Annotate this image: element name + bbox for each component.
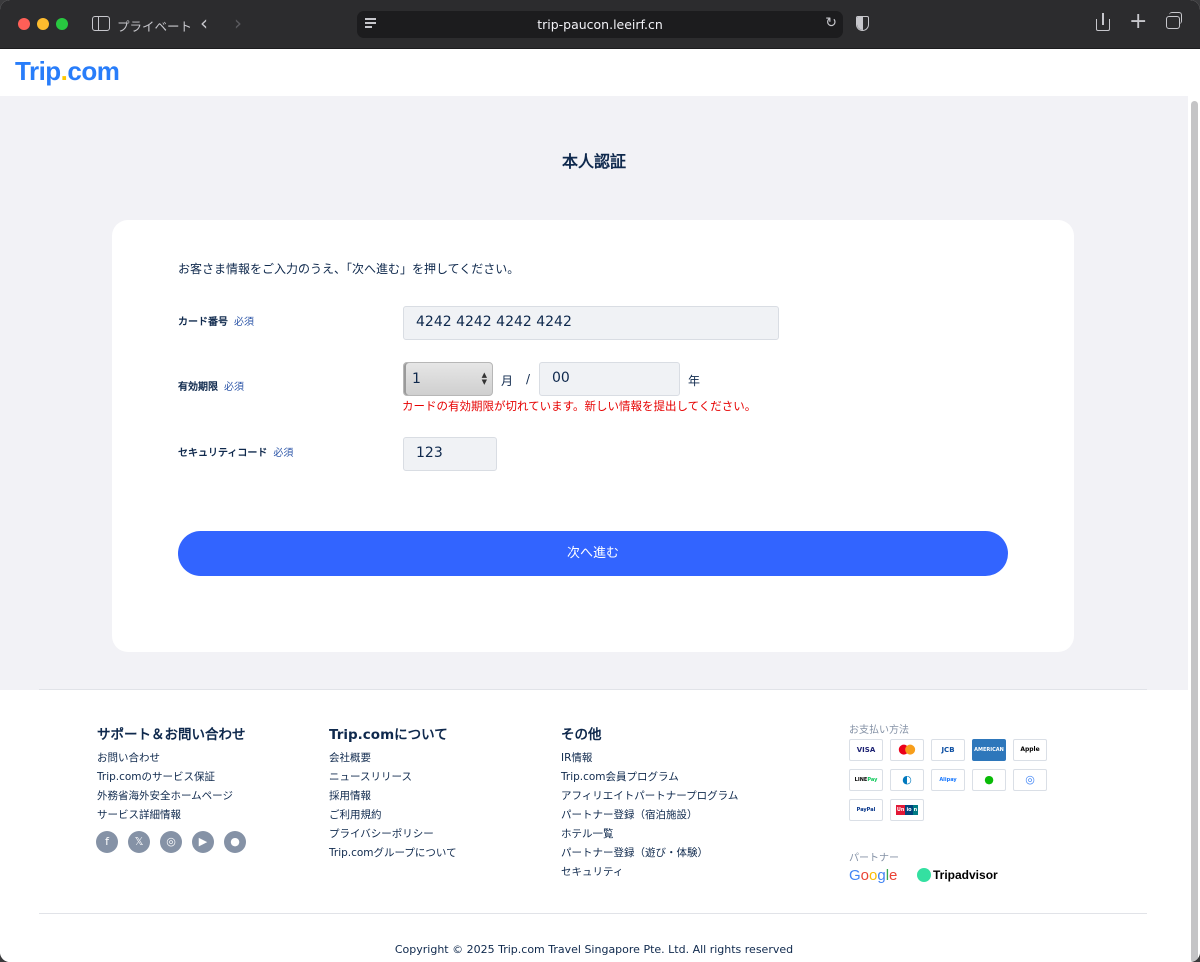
footer-link[interactable]: 採用情報 (329, 789, 457, 808)
payment-methods-grid: VISA ●● JCB AMERICAN Apple Pay LINEPay ◐… (849, 739, 1054, 821)
web-page: Trip.com 本人認証 お客さま情報をご入力のうえ、「次へ進む」を押してくだ… (0, 49, 1200, 962)
card-number-input[interactable]: 4242 4242 4242 4242 (403, 306, 779, 340)
tripadvisor-logo[interactable]: Tripadvisor (917, 868, 998, 882)
trip-logo[interactable]: Trip.com (15, 56, 120, 87)
year-unit: 年 (688, 374, 701, 388)
date-separator: / (526, 372, 531, 386)
close-window-button[interactable] (18, 18, 30, 30)
cvc-label: セキュリティコード 必須 (178, 448, 294, 459)
diners-icon: ◐ (890, 769, 924, 791)
instagram-icon[interactable]: ◎ (160, 831, 182, 853)
page-title: 本人認証 (561, 152, 626, 171)
unionpay-icon: Un io n (890, 799, 924, 821)
expiry-year-input[interactable]: 00 (539, 362, 680, 396)
verification-section: 本人認証 お客さま情報をご入力のうえ、「次へ進む」を押してください。 カード番号… (0, 96, 1188, 690)
partners-title: パートナー (849, 853, 899, 864)
footer-link[interactable]: プライバシーポリシー (329, 827, 457, 846)
sidebar-toggle-icon[interactable] (92, 16, 110, 31)
mastercard-icon: ●● (890, 739, 924, 761)
footer-link[interactable]: パートナー登録（遊び・体験） (561, 846, 738, 865)
next-button[interactable]: 次へ進む (178, 531, 1008, 576)
new-tab-button[interactable]: + (1129, 9, 1147, 35)
amex-icon: AMERICAN (972, 739, 1006, 761)
footer-support-links: お問い合わせ Trip.comのサービス保証 外務省海外安全ホームページ サービ… (97, 751, 233, 827)
tripadvisor-owl-icon (917, 868, 931, 882)
form-instruction: お客さま情報をご入力のうえ、「次へ進む」を押してください。 (178, 262, 520, 276)
browser-toolbar: プライベート ‹ › trip-paucon.leeirf.cn ↻ + (0, 0, 1200, 49)
tab-overview-icon[interactable] (1166, 12, 1182, 29)
browser-window: プライベート ‹ › trip-paucon.leeirf.cn ↻ + Tri… (0, 0, 1200, 962)
apple-pay-icon: Apple Pay (1013, 739, 1047, 761)
footer-link[interactable]: Trip.comのサービス保証 (97, 770, 233, 789)
privacy-shield-icon[interactable] (856, 16, 869, 31)
select-arrows-icon: ▲ ▼ (481, 371, 487, 386)
line-icon[interactable]: ● (224, 831, 246, 853)
footer-top-divider (39, 689, 1147, 690)
verification-form-card: お客さま情報をご入力のうえ、「次へ進む」を押してください。 カード番号 必須 42… (112, 220, 1074, 652)
month-unit: 月 (501, 374, 514, 388)
facebook-icon[interactable]: f (96, 831, 118, 853)
footer-link[interactable]: ホテル一覧 (561, 827, 738, 846)
social-links: f 𝕏 ◎ ▶ ● (96, 831, 246, 853)
footer-link[interactable]: パートナー登録（宿泊施設） (561, 808, 738, 827)
required-badge: 必須 (234, 317, 254, 328)
zoom-window-button[interactable] (56, 18, 68, 30)
footer-link[interactable]: お問い合わせ (97, 751, 233, 770)
share-icon[interactable] (1096, 13, 1110, 31)
back-button[interactable]: ‹ (200, 12, 208, 34)
paypay-icon: ◎ (1013, 769, 1047, 791)
footer-support-heading: サポート＆お問い合わせ (97, 727, 246, 743)
footer-link[interactable]: セキュリティ (561, 865, 738, 884)
address-bar[interactable]: trip-paucon.leeirf.cn ↻ (357, 11, 843, 38)
x-icon[interactable]: 𝕏 (128, 831, 150, 853)
copyright-text: Copyright © 2025 Trip.com Travel Singapo… (394, 943, 794, 956)
required-badge: 必須 (273, 448, 294, 459)
footer-link[interactable]: Trip.comグループについて (329, 846, 457, 865)
card-number-label: カード番号 必須 (178, 317, 254, 328)
footer-link[interactable]: アフィリエイトパートナープログラム (561, 789, 738, 808)
footer-link[interactable]: サービス詳細情報 (97, 808, 233, 827)
cvc-input[interactable]: 123 (403, 437, 497, 471)
reload-icon[interactable]: ↻ (825, 15, 837, 31)
footer-link[interactable]: Trip.com会員プログラム (561, 770, 738, 789)
visa-icon: VISA (849, 739, 883, 761)
payment-methods-title: お支払い方法 (849, 725, 909, 736)
minimize-window-button[interactable] (37, 18, 49, 30)
footer-bottom-divider (39, 913, 1147, 914)
paypal-icon: PayPal (849, 799, 883, 821)
private-mode-label: プライベート (117, 19, 193, 34)
google-logo[interactable]: Google (849, 867, 897, 884)
footer-about-links: 会社概要 ニュースリリース 採用情報 ご利用規約 プライバシーポリシー Trip… (329, 751, 457, 865)
required-badge: 必須 (224, 382, 244, 393)
youtube-icon[interactable]: ▶ (192, 831, 214, 853)
expiry-month-select[interactable]: 1 ▲ ▼ (403, 362, 493, 396)
page-scrollbar[interactable] (1191, 101, 1198, 962)
wechat-pay-icon: ● (972, 769, 1006, 791)
expiry-label: 有効期限 必須 (178, 382, 244, 393)
line-pay-icon: LINEPay (849, 769, 883, 791)
expiry-error-message: カードの有効期限が切れています。新しい情報を提出してください。 (402, 399, 757, 413)
footer-link[interactable]: 会社概要 (329, 751, 457, 770)
footer-other-links: IR情報 Trip.com会員プログラム アフィリエイトパートナープログラム パ… (561, 751, 738, 884)
site-header: Trip.com (0, 49, 1188, 96)
forward-button[interactable]: › (234, 12, 242, 34)
footer-link[interactable]: 外務省海外安全ホームページ (97, 789, 233, 808)
footer-about-heading: Trip.comについて (329, 727, 448, 743)
footer-other-heading: その他 (561, 727, 602, 743)
alipay-icon: Alipay (931, 769, 965, 791)
jcb-icon: JCB (931, 739, 965, 761)
footer-link[interactable]: IR情報 (561, 751, 738, 770)
footer-link[interactable]: ニュースリリース (329, 770, 457, 789)
url-text[interactable]: trip-paucon.leeirf.cn (357, 17, 843, 32)
footer-link[interactable]: ご利用規約 (329, 808, 457, 827)
